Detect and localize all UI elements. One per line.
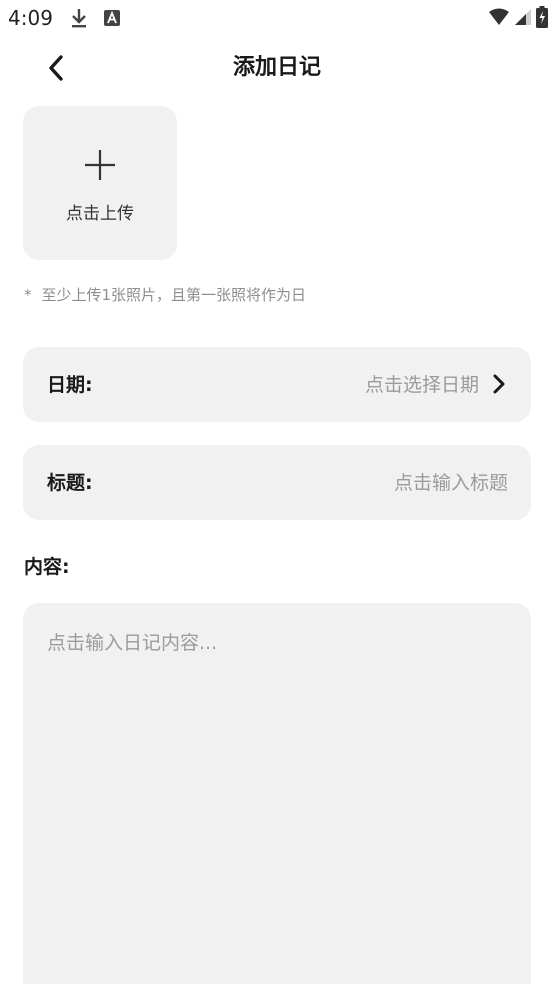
upload-hint: * 至少上传1张照片，且第一张照将作为日 — [24, 284, 306, 306]
wifi-icon — [488, 8, 510, 26]
date-value[interactable]: 点击选择日期 — [365, 372, 479, 398]
font-a-icon — [104, 10, 120, 26]
hint-asterisk: * — [24, 286, 32, 304]
title-input[interactable]: 点击输入标题 — [394, 470, 508, 496]
date-picker-row[interactable]: 日期: 点击选择日期 — [23, 347, 531, 422]
page-title: 添加日记 — [232, 55, 321, 80]
status-notification-icons — [70, 7, 120, 29]
content-placeholder: 点击输入日记内容... — [47, 632, 218, 654]
content-label: 内容: — [24, 556, 70, 578]
title-label: 标题: — [47, 472, 93, 494]
add-diary-screen: 4:09 添加日记 点击上传 * 至少上传1张照片，且第一张照将作为日 日期: … — [0, 0, 554, 984]
download-icon — [70, 7, 88, 29]
hint-text: 至少上传1张照片，且第一张照将作为日 — [41, 286, 307, 304]
upload-photo-button[interactable]: 点击上传 — [23, 106, 177, 260]
signal-icon — [514, 8, 532, 26]
status-system-icons — [488, 6, 548, 28]
upload-label: 点击上传 — [66, 204, 134, 224]
title-input-row[interactable]: 标题: 点击输入标题 — [23, 445, 531, 520]
chevron-right-icon — [491, 373, 507, 395]
plus-icon — [83, 148, 117, 182]
status-time: 4:09 — [8, 6, 53, 30]
status-bar: 4:09 — [0, 0, 554, 36]
date-label: 日期: — [47, 374, 93, 396]
app-header: 添加日记 — [0, 44, 554, 94]
battery-icon — [536, 6, 548, 28]
content-textarea[interactable]: 点击输入日记内容... — [23, 603, 531, 984]
